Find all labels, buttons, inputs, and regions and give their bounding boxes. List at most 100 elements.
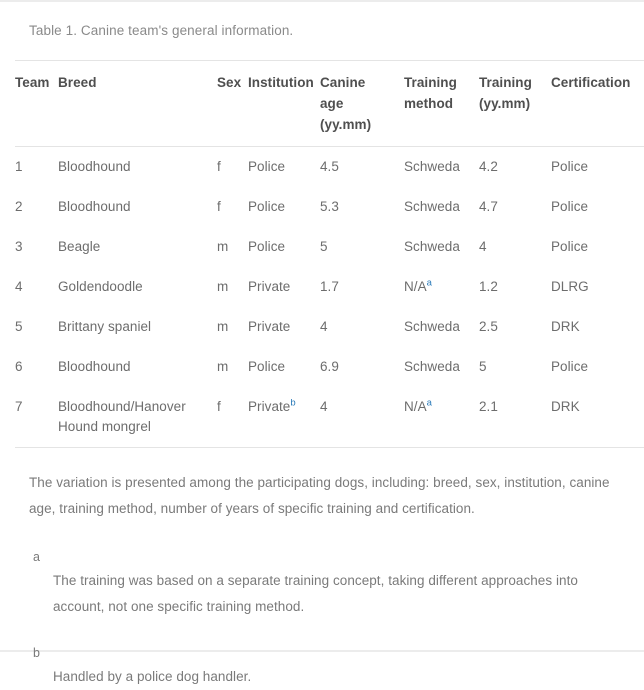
cell-canine-age: 5.3 (320, 187, 404, 227)
footnote-label-b: b (33, 646, 40, 660)
cell-institution: Privateb (248, 387, 320, 447)
cell-value: Schweda (404, 159, 460, 174)
cell-value: Bloodhound (58, 359, 131, 374)
cell-training-method: Schweda (404, 147, 479, 188)
cell-value: Police (551, 239, 589, 254)
cell-value: 4 (15, 279, 23, 294)
cell-institution: Police (248, 147, 320, 188)
cell-breed: Bloodhound (58, 147, 217, 188)
cell-value: m (217, 319, 229, 334)
footnote-item: b Handled by a police dog handler. (29, 644, 615, 690)
cell-value: f (217, 159, 221, 174)
cell-value: 4.2 (479, 159, 498, 174)
cell-breed: Brittany spaniel (58, 307, 217, 347)
cell-value: 1.7 (320, 279, 339, 294)
cell-training-years: 2.5 (479, 307, 551, 347)
header-line: age (320, 96, 344, 111)
column-header-training-years: Training (yy.mm) (479, 61, 551, 147)
footnote-item: a The training was based on a separate tr… (29, 548, 615, 620)
cell-value: 4.7 (479, 199, 498, 214)
cell-institution: Police (248, 347, 320, 387)
cell-certification: Police (551, 187, 644, 227)
header-line: Institution (248, 75, 314, 90)
cell-value: Police (248, 359, 286, 374)
table-body: 1 Bloodhound f Police 4.5 Schweda 4.2 Police 2 Bl… (15, 147, 644, 448)
footnote-ref-a[interactable]: a (427, 278, 432, 289)
cell-training-method: Schweda (404, 187, 479, 227)
cell-value: 5.3 (320, 199, 339, 214)
cell-value: N/A (404, 279, 427, 294)
cell-value: Brittany spaniel (58, 319, 152, 334)
cell-sex: m (217, 307, 248, 347)
cell-value: Bloodhound/Hanover Hound mongrel (58, 399, 186, 434)
cell-value: 5 (479, 359, 487, 374)
cell-training-method: Schweda (404, 227, 479, 267)
cell-canine-age: 4 (320, 387, 404, 447)
cell-sex: f (217, 387, 248, 447)
cell-value: Police (248, 199, 286, 214)
cell-training-method: N/Aa (404, 387, 479, 447)
cell-value: 2.1 (479, 399, 498, 414)
cell-certification: DRK (551, 307, 644, 347)
cell-value: 5 (15, 319, 23, 334)
footnote-ref-a[interactable]: a (427, 398, 432, 409)
footnote-list: a The training was based on a separate tr… (29, 548, 615, 690)
cell-training-method: N/Aa (404, 267, 479, 307)
cell-institution: Private (248, 307, 320, 347)
cell-training-years: 5 (479, 347, 551, 387)
column-header-team: Team (15, 61, 58, 147)
cell-canine-age: 5 (320, 227, 404, 267)
cell-value: Beagle (58, 239, 101, 254)
cell-team: 3 (15, 227, 58, 267)
cell-canine-age: 4 (320, 307, 404, 347)
footnote-ref-b[interactable]: b (290, 398, 295, 409)
header-line: (yy.mm) (320, 117, 372, 132)
table-panel: Table 1. Canine team's general informati… (0, 0, 644, 684)
header-line: Sex (217, 75, 242, 90)
cell-value: Goldendoodle (58, 279, 143, 294)
table-row: 3 Beagle m Police 5 Schweda 4 Police (15, 227, 644, 267)
cell-value: Schweda (404, 199, 460, 214)
cell-breed: Bloodhound/Hanover Hound mongrel (58, 387, 217, 447)
table-footer: The variation is presented among the par… (0, 448, 644, 690)
table-row: 4 Goldendoodle m Private 1.7 N/Aa 1.2 DLRG (15, 267, 644, 307)
cell-value: Bloodhound (58, 159, 131, 174)
cell-training-method: Schweda (404, 347, 479, 387)
cell-value: Police (248, 239, 286, 254)
column-header-training-method: Training method (404, 61, 479, 147)
cell-value: Police (551, 159, 589, 174)
column-header-certification: Certification (551, 61, 644, 147)
cell-value: m (217, 359, 229, 374)
cell-training-years: 4.2 (479, 147, 551, 188)
cell-team: 7 (15, 387, 58, 447)
column-header-breed: Breed (58, 61, 217, 147)
cell-value: 7 (15, 399, 23, 414)
footnote-text: Handled by a police dog handler. (53, 669, 252, 684)
cell-value: DLRG (551, 279, 589, 294)
cell-value: 4 (479, 239, 487, 254)
cell-value: Police (248, 159, 286, 174)
header-line: Training (404, 75, 457, 90)
cell-value: Schweda (404, 319, 460, 334)
cell-training-years: 1.2 (479, 267, 551, 307)
cell-value: DRK (551, 399, 580, 414)
table-description: The variation is presented among the par… (29, 475, 610, 516)
cell-breed: Beagle (58, 227, 217, 267)
cell-sex: f (217, 147, 248, 188)
cell-value: 4.5 (320, 159, 339, 174)
cell-breed: Bloodhound (58, 187, 217, 227)
cell-sex: f (217, 187, 248, 227)
cell-canine-age: 1.7 (320, 267, 404, 307)
cell-canine-age: 6.9 (320, 347, 404, 387)
cell-team: 1 (15, 147, 58, 188)
cell-training-years: 4.7 (479, 187, 551, 227)
cell-value: Private (248, 399, 291, 414)
cell-team: 5 (15, 307, 58, 347)
cell-sex: m (217, 227, 248, 267)
cell-value: 4 (320, 319, 328, 334)
cell-value: 3 (15, 239, 23, 254)
cell-value: f (217, 199, 221, 214)
cell-certification: Police (551, 347, 644, 387)
cell-canine-age: 4.5 (320, 147, 404, 188)
cell-value: 1.2 (479, 279, 498, 294)
